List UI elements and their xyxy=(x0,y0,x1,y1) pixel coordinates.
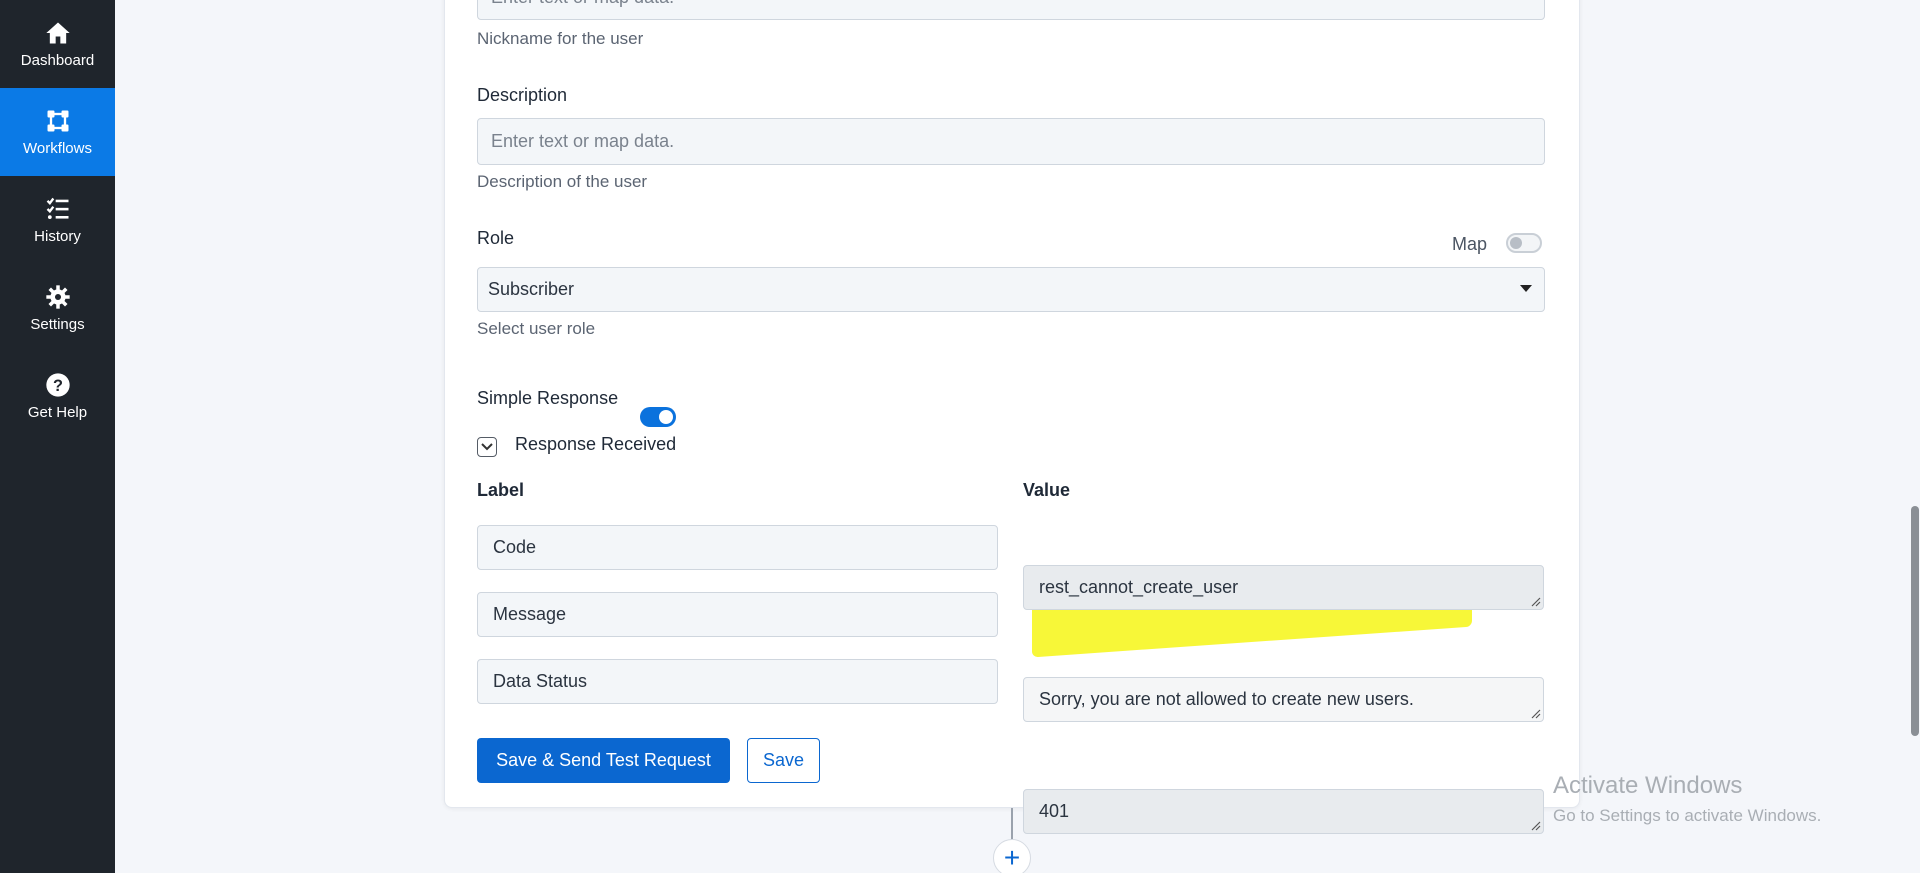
simple-response-toggle-knob xyxy=(659,410,673,424)
home-icon xyxy=(45,22,70,44)
nav-workflows[interactable]: Workflows xyxy=(0,88,115,176)
simple-response-toggle[interactable] xyxy=(640,407,676,427)
response-value-data-status[interactable]: 401 xyxy=(1023,789,1544,834)
map-label: Map xyxy=(1452,234,1488,254)
response-received-collapse[interactable] xyxy=(477,437,497,457)
value-column-header: Value xyxy=(1023,480,1071,500)
response-value-message[interactable]: Sorry, you are not allowed to create new… xyxy=(1023,677,1544,722)
response-value-code[interactable]: rest_cannot_create_user xyxy=(1023,565,1544,610)
gear-icon xyxy=(45,285,70,309)
caret-down-icon xyxy=(1520,285,1532,292)
nav-get-help[interactable]: ? Get Help xyxy=(0,352,115,440)
map-toggle[interactable] xyxy=(1506,233,1542,253)
response-label-code[interactable]: Code xyxy=(477,525,998,570)
history-list-icon xyxy=(46,197,68,220)
watermark-subtitle: Go to Settings to activate Windows. xyxy=(1553,806,1822,825)
nav-settings[interactable]: Settings xyxy=(0,264,115,352)
nav-history[interactable]: History xyxy=(0,176,115,264)
response-value-code-text: rest_cannot_create_user xyxy=(1039,577,1239,597)
description-input[interactable]: Enter text or map data. xyxy=(477,118,1545,165)
nav-dashboard[interactable]: Dashboard xyxy=(0,0,115,88)
nav-settings-label: Settings xyxy=(30,316,85,333)
nav-dashboard-label: Dashboard xyxy=(20,52,95,69)
watermark-title: Activate Windows xyxy=(1553,772,1743,799)
label-column-header: Label xyxy=(477,480,525,500)
save-button[interactable]: Save xyxy=(747,738,820,783)
windows-watermark: Activate Windows Go to Settings to activ… xyxy=(1553,772,1821,826)
role-label: Role xyxy=(477,228,515,248)
simple-response-label: Simple Response xyxy=(477,388,619,408)
resize-handle-icon[interactable] xyxy=(1531,709,1541,719)
description-label: Description xyxy=(477,85,568,105)
response-label-message[interactable]: Message xyxy=(477,592,998,637)
map-toggle-knob xyxy=(1510,237,1522,249)
nickname-helper: Nickname for the user xyxy=(477,29,644,48)
add-step-button[interactable]: + xyxy=(993,839,1031,873)
chevron-down-icon xyxy=(481,443,493,451)
response-value-message-text: Sorry, you are not allowed to create new… xyxy=(1039,689,1414,709)
resize-handle-icon[interactable] xyxy=(1531,821,1541,831)
nav-history-label: History xyxy=(34,228,81,245)
nav-get-help-label: Get Help xyxy=(27,404,88,421)
description-helper: Description of the user xyxy=(477,172,648,191)
response-value-data-status-text: 401 xyxy=(1039,801,1070,821)
save-send-test-button[interactable]: Save & Send Test Request xyxy=(477,738,730,783)
page-scrollbar[interactable] xyxy=(1911,506,1919,736)
question-circle-icon: ? xyxy=(45,373,70,397)
plus-icon: + xyxy=(1003,842,1021,873)
nav-workflows-label: Workflows xyxy=(23,140,92,157)
workflows-icon xyxy=(47,110,68,132)
role-select[interactable]: Subscriber xyxy=(477,267,1545,312)
role-selected-value: Subscriber xyxy=(488,279,575,299)
sidebar: Dashboard Workflows History Settings ? G… xyxy=(0,0,115,873)
response-received-label: Response Received xyxy=(515,434,677,454)
role-helper: Select user role xyxy=(477,319,596,338)
nickname-input[interactable]: Enter text or map data. xyxy=(477,0,1545,20)
resize-handle-icon[interactable] xyxy=(1531,597,1541,607)
response-label-data-status[interactable]: Data Status xyxy=(477,659,998,704)
svg-text:?: ? xyxy=(53,377,63,395)
